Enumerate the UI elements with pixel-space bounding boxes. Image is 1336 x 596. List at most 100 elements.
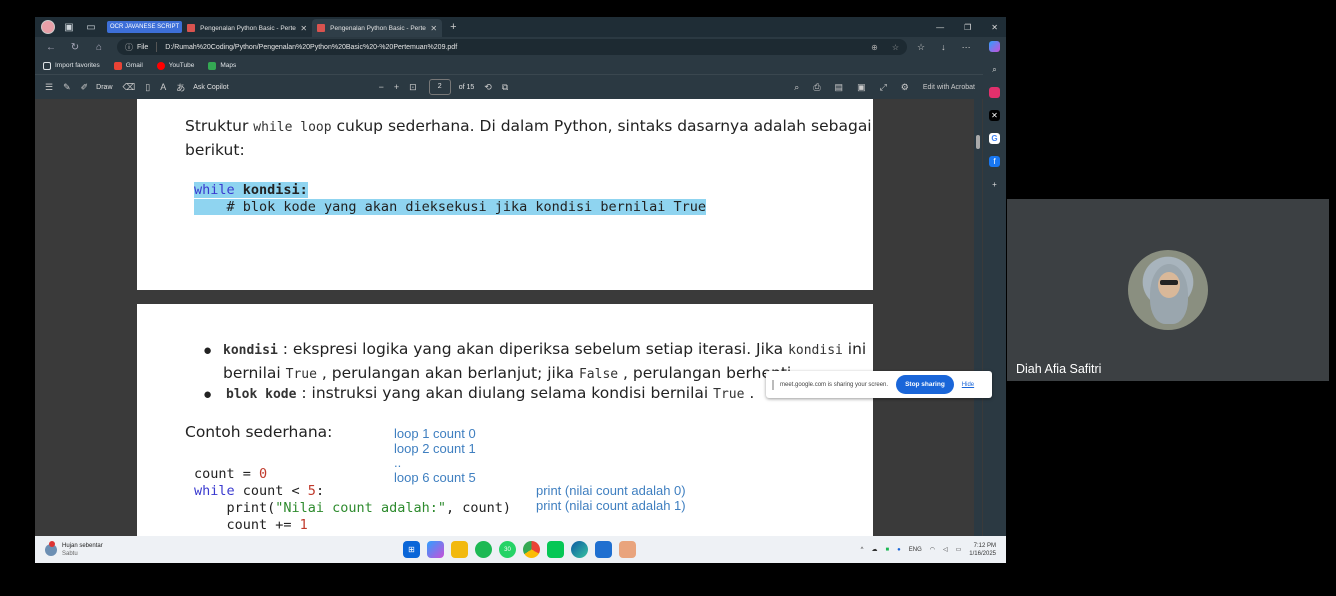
bullet-blok-kode: blok kode : instruksi yang akan diulang …	[226, 384, 755, 402]
save-icon[interactable]: ▤	[835, 82, 844, 93]
bullet-dot: ●	[203, 342, 213, 359]
page-number-input[interactable]: 2	[428, 79, 451, 95]
fit-page-icon[interactable]: ⊡	[409, 82, 417, 93]
close-icon[interactable]: ✕	[430, 24, 437, 33]
copilot-app-icon[interactable]	[427, 541, 444, 558]
edge-icon[interactable]	[571, 541, 588, 558]
refresh-icon[interactable]: ↻	[67, 42, 83, 53]
two-page-icon[interactable]: ⧉	[502, 82, 508, 93]
highlight-icon[interactable]: ✎	[63, 82, 71, 93]
close-window-icon[interactable]: ✕	[991, 23, 998, 32]
maps-icon	[208, 61, 217, 70]
page-view-icon[interactable]: ▯	[145, 82, 150, 93]
pdf-icon	[187, 24, 196, 32]
translate-icon[interactable]: あ	[176, 81, 185, 94]
info-icon[interactable]: ⓘ	[125, 42, 133, 53]
example-heading: Contoh sederhana:	[185, 423, 333, 441]
close-icon[interactable]: ✕	[300, 24, 307, 33]
workspaces-icon[interactable]: ▣	[61, 20, 77, 34]
fav-gmail[interactable]: Gmail	[113, 61, 143, 70]
windows-taskbar: Hujan sebentar Sabtu ⊞ 30 ^ ☁ ■ ● ENG ◠ …	[35, 536, 1006, 563]
drag-handle[interactable]	[772, 379, 774, 390]
zoom-out-icon[interactable]: −	[379, 82, 384, 92]
clock[interactable]: 7:12 PM 1/16/2025	[969, 542, 996, 558]
youtube-icon	[156, 61, 165, 70]
volume-icon[interactable]: ◁	[943, 546, 948, 553]
expand-icon[interactable]: ⤢	[880, 82, 887, 93]
whatsapp-icon[interactable]: 30	[499, 541, 516, 558]
instagram-icon[interactable]	[989, 87, 1000, 98]
vscode-icon[interactable]	[595, 541, 612, 558]
cloud-icon[interactable]: ☁	[871, 546, 877, 553]
pdf-icon	[317, 24, 326, 32]
tab-actions-icon[interactable]: ▭	[83, 20, 99, 34]
zoom-in-icon[interactable]: +	[394, 82, 399, 92]
fav-import[interactable]: Import favorites	[43, 61, 100, 70]
file-explorer-icon[interactable]	[451, 541, 468, 558]
screen-sharing-toast: meet.google.com is sharing your screen. …	[766, 371, 992, 398]
tab-group-label[interactable]: OCR JAVANESE SCRIPT	[107, 21, 183, 33]
fav-youtube[interactable]: YouTube	[156, 61, 194, 70]
restore-icon[interactable]: ❐	[964, 23, 971, 32]
add-icon[interactable]: +	[989, 179, 1000, 190]
settings-icon[interactable]: ⚙	[901, 82, 909, 93]
ask-copilot-button[interactable]: Ask Copilot	[193, 84, 228, 91]
page-total: of 15	[458, 83, 475, 91]
erase-icon[interactable]: ⌫	[123, 82, 136, 93]
hide-link[interactable]: Hide	[962, 382, 974, 388]
x-icon[interactable]: ✕	[989, 110, 1000, 121]
language-indicator[interactable]: ENG	[909, 547, 922, 553]
copilot-icon[interactable]	[989, 41, 1000, 52]
zoom-icon[interactable]: ⊕	[871, 43, 878, 52]
participant-tile[interactable]: Diah Afia Safitri	[1007, 199, 1329, 381]
participant-avatar	[1128, 250, 1208, 330]
read-aloud-icon[interactable]: A	[160, 82, 166, 92]
meet-app-icon[interactable]	[619, 541, 636, 558]
print-icon[interactable]: ⎙	[813, 82, 820, 93]
home-icon[interactable]: ⌂	[91, 42, 107, 53]
draw-button[interactable]: Draw	[96, 84, 112, 91]
address-bar-row: ← ↻ ⌂ ⓘ File D:/Rumah%20Coding/Python/Pe…	[35, 37, 983, 57]
browser-tab[interactable]: Pengenalan Python Basic - Pertem ✕	[182, 19, 312, 37]
edit-with-acrobat-button[interactable]: Edit with Acrobat	[923, 84, 975, 91]
search-icon[interactable]: ⌕	[794, 82, 799, 93]
contents-icon[interactable]: ☰	[45, 82, 53, 93]
chevron-up-icon[interactable]: ^	[861, 547, 864, 553]
wifi-icon[interactable]: ◠	[930, 546, 935, 553]
app-tray-icon[interactable]: ■	[885, 547, 889, 553]
browser-tab-active[interactable]: Pengenalan Python Basic - Pertem ✕	[312, 19, 443, 37]
stop-sharing-button[interactable]: Stop sharing	[896, 375, 954, 394]
draw-icon[interactable]: ✐	[81, 82, 89, 93]
search-icon[interactable]: ⌕	[989, 64, 1000, 75]
pdf-page: Struktur while loop cukup sederhana. Di …	[137, 99, 873, 290]
minimize-icon[interactable]: —	[936, 23, 944, 32]
address-input[interactable]: ⓘ File D:/Rumah%20Coding/Python/Pengenal…	[117, 39, 907, 55]
favorite-star-icon[interactable]: ☆	[892, 43, 899, 52]
download-icon[interactable]: ↓	[941, 42, 946, 53]
save-as-icon[interactable]: ▣	[857, 82, 866, 93]
intro-paragraph: Struktur while loop cukup sederhana. Di …	[185, 117, 872, 159]
line-icon[interactable]	[547, 541, 564, 558]
battery-icon[interactable]: ▭	[956, 546, 962, 553]
participant-name: Diah Afia Safitri	[1016, 362, 1102, 376]
new-tab-plus-icon[interactable]: +	[450, 21, 456, 33]
pdf-scrollbar[interactable]	[974, 99, 982, 536]
chrome-icon[interactable]	[523, 541, 540, 558]
scroll-thumb[interactable]	[976, 135, 980, 149]
mic-icon[interactable]: ●	[897, 547, 901, 553]
fav-maps[interactable]: Maps	[208, 61, 236, 70]
profile-avatar[interactable]	[41, 20, 55, 34]
bullet-dot: ●	[203, 386, 213, 403]
google-icon[interactable]: G	[989, 133, 1000, 144]
weather-widget[interactable]: Hujan sebentar Sabtu	[45, 540, 103, 558]
spotify-icon[interactable]	[475, 541, 492, 558]
windows-start-icon[interactable]: ⊞	[403, 541, 420, 558]
favorites-icon[interactable]: ☆	[917, 42, 925, 53]
taskbar-apps: ⊞ 30	[403, 541, 636, 558]
more-menu-icon[interactable]: ⋯	[962, 42, 971, 53]
weather-icon	[45, 540, 57, 556]
pdf-viewport[interactable]: Struktur while loop cukup sederhana. Di …	[35, 99, 983, 536]
back-arrow-icon[interactable]: ←	[43, 42, 59, 53]
facebook-icon[interactable]: f	[989, 156, 1000, 167]
rotate-icon[interactable]: ⟲	[484, 82, 492, 93]
